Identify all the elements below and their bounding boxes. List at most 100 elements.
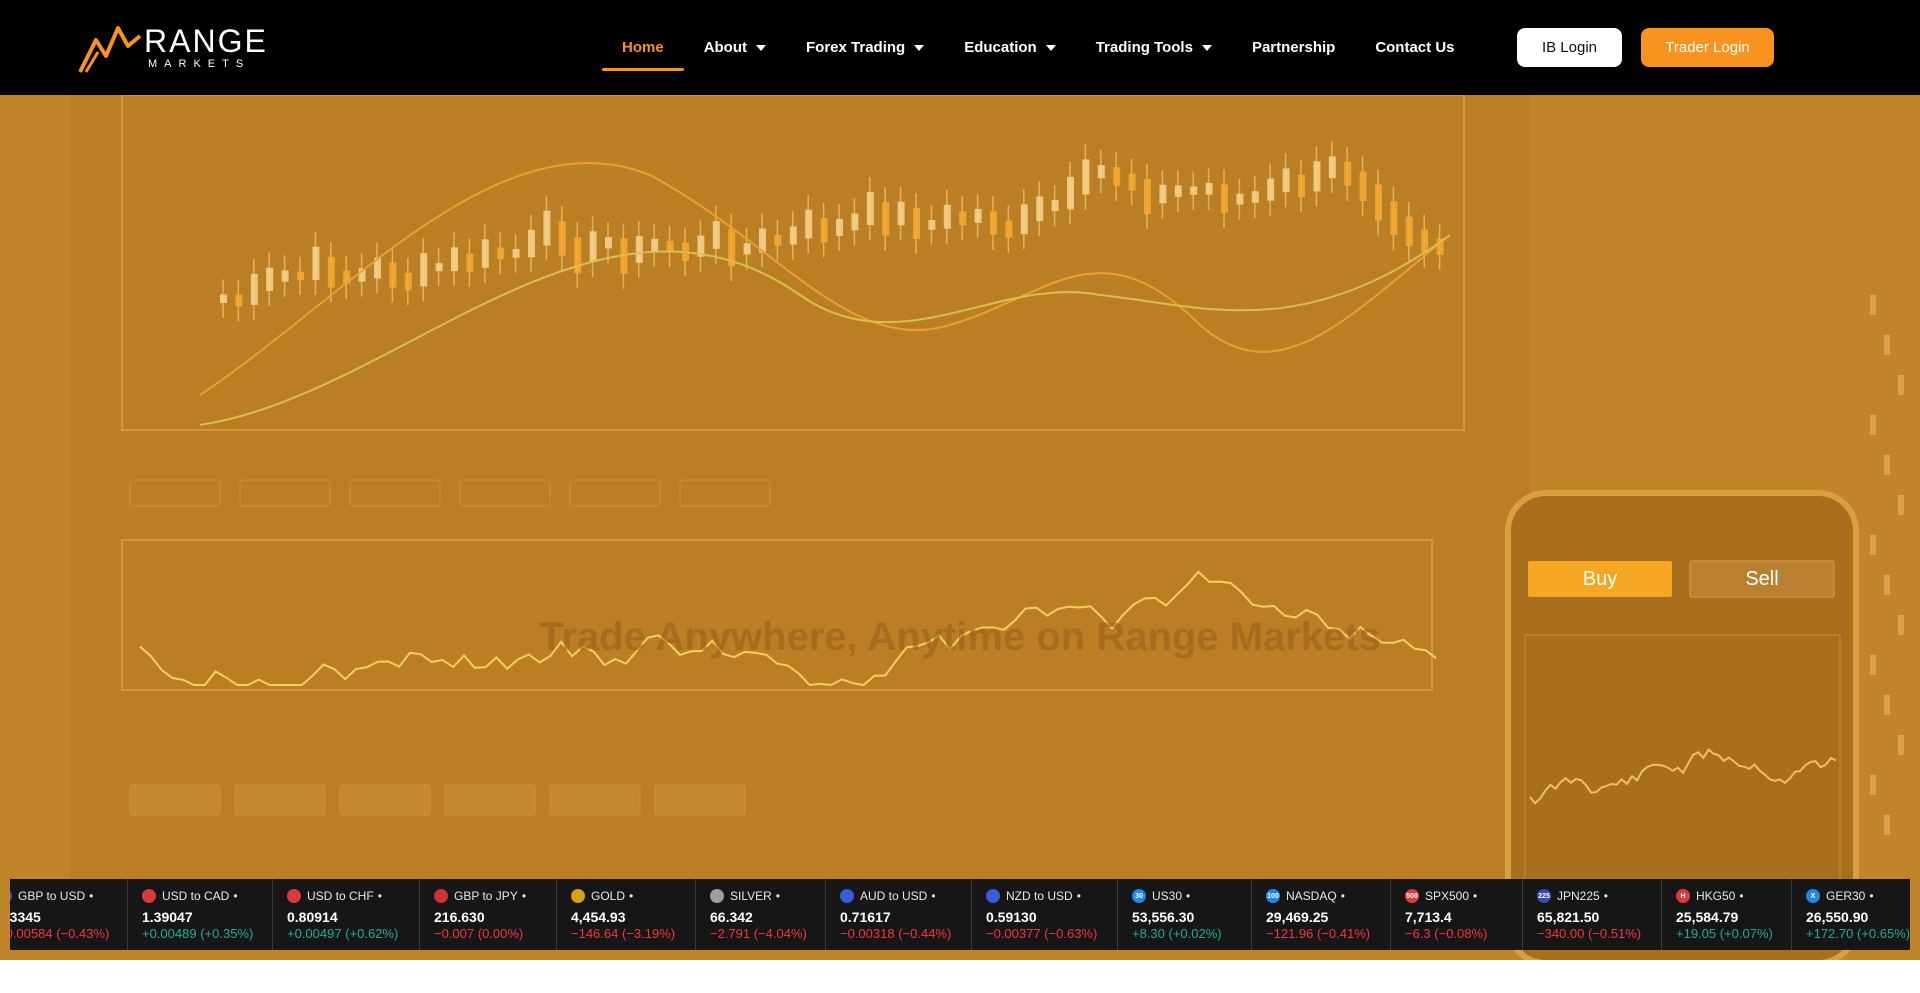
flag-us-ca-icon: [142, 889, 156, 903]
ticker-symbol: GER30: [1826, 889, 1866, 903]
ticker-item[interactable]: GBP to USD • 1.3345−0.00584 (−0.43%): [10, 879, 128, 950]
candle-body: [774, 234, 782, 246]
ticker-item[interactable]: NZD to USD • 0.59130 −0.00377 (−0.63%): [972, 879, 1118, 950]
candle-body: [974, 208, 982, 223]
ticker-item[interactable]: GOLD • 4,454.93 −146.64 (−3.19%): [557, 879, 696, 950]
ticker-change: −6.3 (−0.08%): [1405, 926, 1488, 941]
candle-body: [1174, 185, 1182, 198]
ticker-price: 0.59130: [986, 909, 1037, 925]
page-bottom-strip: [0, 960, 1920, 993]
candle-body: [820, 218, 828, 243]
candle-body: [404, 272, 412, 291]
ticker-change: +172.70 (+0.65%): [1806, 926, 1910, 941]
candle-body: [1390, 201, 1398, 235]
ticker-dot: •: [629, 889, 634, 903]
ticker-item[interactable]: 500 SPX500 • 7,713.4 −6.3 (−0.08%): [1391, 879, 1523, 950]
trader-login-button[interactable]: Trader Login: [1641, 28, 1774, 67]
ticker-item-header: GOLD •: [571, 887, 695, 905]
building-light: [1884, 695, 1890, 715]
control-button: [234, 784, 326, 816]
candle-body: [1113, 167, 1121, 186]
ticker-item[interactable]: USD to CHF • 0.80914 +0.00497 (+0.62%): [273, 879, 420, 950]
brand-tagline: MARKETS: [148, 58, 251, 70]
ticker-symbol: SPX500: [1425, 889, 1470, 903]
nav-item-trading-tools[interactable]: Trading Tools: [1076, 0, 1232, 95]
nav-item-label: Trading Tools: [1095, 39, 1193, 56]
ticker-item[interactable]: SILVER • 66.342 −2.791 (−4.04%): [696, 879, 826, 950]
candle-body: [574, 237, 582, 274]
candle-body: [235, 294, 243, 307]
ticker-change: −121.96 (−0.41%): [1266, 926, 1371, 941]
ticker-item[interactable]: H HKG50 • 25,584.79 +19.05 (+0.07%): [1662, 879, 1792, 950]
candle-body: [1036, 196, 1044, 222]
candle-body: [420, 253, 428, 287]
ticker-item-header: USD to CAD •: [142, 887, 272, 905]
ticker-price: 7,713.4: [1405, 909, 1452, 925]
ticker-item[interactable]: 100 NASDAQ • 29,469.25 −121.96 (−0.41%): [1252, 879, 1391, 950]
ticker-price: 29,469.25: [1266, 909, 1329, 925]
ticker-item-header: GBP to USD •: [10, 887, 127, 905]
ticker-item-header: SILVER •: [710, 887, 825, 905]
ib-login-button[interactable]: IB Login: [1517, 28, 1622, 67]
candle-body: [220, 294, 227, 303]
ticker-symbol: GBP to USD: [18, 889, 86, 903]
candle-body: [1359, 171, 1367, 202]
building-light: [1898, 495, 1904, 515]
ticker-price: 4,454.93: [571, 909, 626, 925]
ticker-change: +0.00489 (+0.35%): [142, 926, 254, 941]
nav-item-about[interactable]: About: [684, 0, 786, 95]
nav-item-home[interactable]: Home: [602, 0, 684, 95]
ticker-item[interactable]: 225 JPN225 • 65,821.50 −340.00 (−0.51%): [1523, 879, 1662, 950]
candle-body: [1221, 184, 1228, 213]
candle-body: [1190, 186, 1198, 195]
nav-item-forex-trading[interactable]: Forex Trading: [786, 0, 944, 95]
ticker-change: −146.64 (−3.19%): [571, 926, 676, 941]
ticker-symbol: NASDAQ: [1286, 889, 1337, 903]
candle-body: [1344, 161, 1352, 186]
ticker-symbol: JPN225: [1557, 889, 1600, 903]
nav-item-contact-us[interactable]: Contact Us: [1355, 0, 1474, 95]
candle-body: [789, 226, 797, 245]
brand-logo[interactable]: RANGE MARKETS: [78, 18, 278, 78]
candle-body: [1375, 184, 1382, 221]
ticker-symbol: NZD to USD: [1006, 889, 1073, 903]
ticker-item-header: GBP to JPY •: [434, 887, 556, 905]
ticker-change: +0.00497 (+0.62%): [287, 926, 399, 941]
candle-body: [481, 239, 489, 268]
trading-platform-background-image: [0, 95, 1920, 960]
building-light: [1884, 575, 1890, 595]
candle-body: [943, 204, 951, 229]
chevron-down-icon: [1045, 44, 1056, 51]
ticker-item[interactable]: AUD to USD • 0.71617 −0.00318 (−0.44%): [826, 879, 972, 950]
nav-item-partnership[interactable]: Partnership: [1232, 0, 1355, 95]
candle-body: [1097, 165, 1105, 179]
ticker-item[interactable]: 30 US30 • 53,556.30 +8.30 (+0.02%): [1118, 879, 1252, 950]
nav-item-education[interactable]: Education: [944, 0, 1076, 95]
candle-body: [558, 221, 566, 256]
ticker-item[interactable]: GBP to JPY • 216.630 −0.007 (0.00%): [420, 879, 557, 950]
ticker-dot: •: [233, 889, 238, 903]
ticker-dot: •: [1340, 889, 1345, 903]
candle-body: [1144, 178, 1151, 215]
mountain-logo-icon: [78, 26, 142, 73]
brand-name: RANGE: [144, 23, 268, 59]
ticker-change: +8.30 (+0.02%): [1132, 926, 1222, 941]
nav-item-label: Contact Us: [1375, 39, 1455, 56]
ticker-price: 66.342: [710, 909, 753, 925]
site-header: RANGE MARKETS Home About Forex Trading Educ…: [0, 0, 1920, 95]
candle-body: [1328, 156, 1336, 179]
building-light: [1870, 775, 1876, 795]
ticker-change: −2.791 (−4.04%): [710, 926, 807, 941]
ticker-symbol: GOLD: [591, 889, 626, 903]
ticker-item[interactable]: USD to CAD • 1.39047 +0.00489 (+0.35%): [128, 879, 273, 950]
ticker-price: 53,556.30: [1132, 909, 1195, 925]
ticker-item[interactable]: X GER30 • 26,550.90 +172.70 (+0.65%): [1792, 879, 1910, 950]
market-ticker-tape[interactable]: GBP to USD • 1.3345−0.00584 (−0.43%) USD t…: [10, 879, 1910, 950]
candle-body: [312, 246, 320, 280]
candle-body: [959, 211, 967, 226]
candle-body: [1421, 229, 1429, 253]
ticker-item-header: AUD to USD •: [840, 887, 971, 905]
ticker-item-header: H HKG50 •: [1676, 887, 1791, 905]
ticker-item-header: USD to CHF •: [287, 887, 419, 905]
candle-body: [605, 237, 612, 249]
